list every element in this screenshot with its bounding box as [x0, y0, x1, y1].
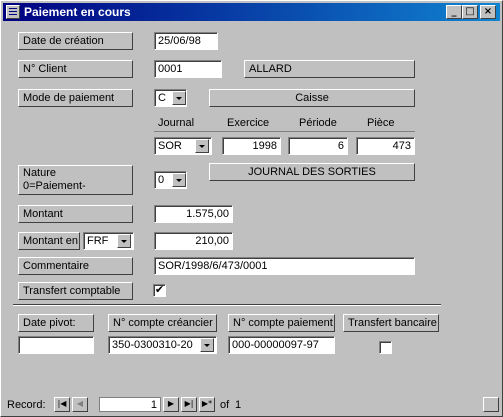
- section-separator: [13, 304, 441, 306]
- payment-mode-value: C: [158, 92, 166, 104]
- client-name: ALLARD: [244, 60, 415, 78]
- title-bar: Paiement en cours _ □ ×: [3, 3, 500, 21]
- piece-field[interactable]: 473: [356, 137, 415, 155]
- montant-en-label: Montant en: [18, 232, 80, 250]
- resize-grip-icon[interactable]: [483, 397, 499, 412]
- client-number-field[interactable]: 0001: [154, 60, 222, 78]
- transfert-bancaire-checkbox[interactable]: [379, 341, 392, 354]
- last-record-icon[interactable]: ▶|: [181, 397, 197, 412]
- compte-paiement-label: N° compte paiement: [228, 314, 335, 332]
- nature-label: Nature 0=Paiement-1=Remb.: [18, 165, 133, 195]
- compte-paiement-field[interactable]: 000-00000097-97: [228, 336, 335, 354]
- journal-header: Journal: [158, 117, 195, 129]
- maximize-button[interactable]: □: [462, 5, 478, 19]
- window-title: Paiement en cours: [24, 5, 131, 19]
- periode-header: Période: [299, 117, 337, 129]
- form-window: Paiement en cours _ □ × Date de création…: [0, 0, 503, 417]
- payment-mode-label: Mode de paiement: [18, 89, 133, 107]
- commentaire-field[interactable]: SOR/1998/6/473/0001: [154, 257, 415, 275]
- exercice-header: Exercice: [227, 117, 270, 129]
- journal-dropdown-icon[interactable]: [195, 139, 209, 153]
- payment-mode-dropdown-icon[interactable]: [172, 91, 186, 105]
- date-pivot-label: Date pivot:: [18, 314, 94, 332]
- transfert-bancaire-label: Transfert bancaire: [343, 314, 439, 332]
- date-pivot-field[interactable]: [18, 336, 94, 354]
- piece-header: Pièce: [367, 117, 395, 129]
- date-creation-label: Date de création: [18, 32, 133, 50]
- next-record-icon[interactable]: ▶: [163, 397, 179, 412]
- transfert-comptable-checkbox[interactable]: ✔: [153, 284, 166, 297]
- nature-value: 0: [158, 174, 165, 186]
- periode-field[interactable]: 6: [288, 137, 348, 155]
- record-total: 1: [235, 399, 242, 411]
- form-icon[interactable]: [6, 5, 20, 19]
- nature-description: JOURNAL DES SORTIES: [209, 163, 415, 181]
- compte-creancier-label: N° compte créancier: [108, 314, 217, 332]
- compte-creancier-value: 350-0300310-20: [112, 339, 193, 351]
- first-record-icon[interactable]: |◀: [54, 397, 70, 412]
- currency-value: FRF: [87, 235, 109, 247]
- record-number-field[interactable]: 1: [99, 397, 161, 412]
- commentaire-label: Commentaire: [18, 257, 133, 275]
- currency-dropdown-icon[interactable]: [117, 234, 131, 248]
- of-label: of: [220, 399, 230, 411]
- transfert-comptable-label: Transfert comptable: [18, 282, 133, 300]
- nature-dropdown-icon[interactable]: [172, 173, 186, 187]
- payment-mode-description: Caisse: [209, 89, 415, 107]
- journal-value: SOR: [158, 140, 182, 152]
- record-label: Record:: [7, 399, 46, 411]
- minimize-button[interactable]: _: [446, 5, 462, 19]
- montant-en-field[interactable]: 210,00: [154, 232, 233, 250]
- montant-label: Montant: [18, 205, 133, 223]
- close-button[interactable]: ×: [480, 5, 496, 19]
- montant-field[interactable]: 1.575,00: [154, 205, 233, 223]
- previous-record-icon[interactable]: ◀: [72, 397, 88, 412]
- client-number-label: N° Client: [18, 60, 133, 78]
- journal-divider: [154, 131, 415, 132]
- compte-creancier-dropdown-icon[interactable]: [200, 338, 214, 352]
- exercice-field[interactable]: 1998: [222, 137, 281, 155]
- new-record-icon[interactable]: ▶*: [199, 397, 215, 412]
- date-creation-field[interactable]: 25/06/98: [154, 32, 218, 50]
